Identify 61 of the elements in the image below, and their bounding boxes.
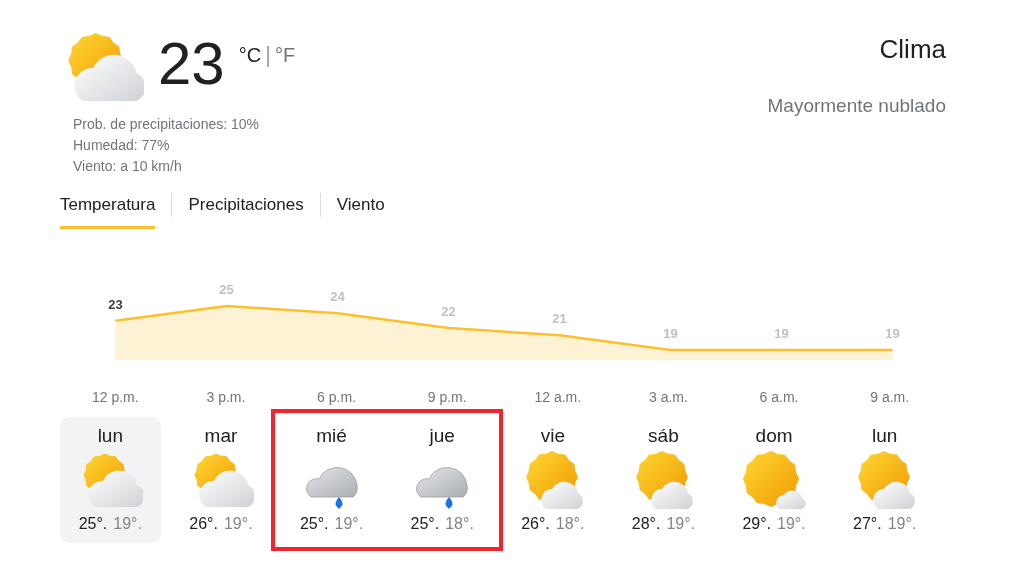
temperature-value: 23 xyxy=(158,29,225,99)
day-name: lun xyxy=(97,425,123,447)
weather-detail: Viento: a 10 km/h xyxy=(73,157,183,176)
low-temperature: 19°. xyxy=(777,515,806,533)
high-temperature: 29°. xyxy=(742,515,772,533)
time-label: 6 a.m. xyxy=(758,389,800,405)
day-name: dom xyxy=(755,425,793,447)
data-label: 19 xyxy=(885,326,900,341)
high-temperature: 25°. xyxy=(410,515,440,533)
high-temperature: 28°. xyxy=(631,515,661,533)
day-card[interactable]: dom 29°. 19°. xyxy=(723,417,825,543)
unit-separator: | xyxy=(265,42,271,68)
high-temperature: 25°. xyxy=(78,515,108,533)
chart-tab[interactable]: Temperatura xyxy=(60,189,156,229)
day-card[interactable]: mar 26°. 19°. xyxy=(170,417,272,543)
time-label: 9 a.m. xyxy=(869,389,911,405)
data-label: 19 xyxy=(774,326,789,341)
day-card[interactable]: jue 25°. 18°. xyxy=(391,417,493,543)
low-temperature: 19°. xyxy=(223,515,253,533)
low-temperature: 19°. xyxy=(113,515,142,533)
high-temperature: 25°. xyxy=(299,515,329,533)
high-temperature: 26°. xyxy=(189,515,218,533)
fahrenheit-unit-link[interactable]: °F xyxy=(274,43,296,67)
data-label: 23 xyxy=(108,296,123,312)
low-temperature: 19°. xyxy=(666,515,696,533)
weather-title: Clima xyxy=(879,34,946,65)
day-card[interactable]: mié 25°. 19°. xyxy=(281,417,382,543)
day-name: lun xyxy=(872,425,898,447)
low-temperature: 19°. xyxy=(334,515,364,533)
weather-detail: Prob. de precipitaciones: 10% xyxy=(73,115,260,134)
day-card[interactable]: vie 26°. 18°. xyxy=(502,417,604,543)
day-card[interactable]: lun 25°. 19°. xyxy=(60,417,161,543)
time-label: 12 p.m. xyxy=(90,389,140,405)
celsius-unit-link[interactable]: °C xyxy=(238,43,262,67)
data-label: 22 xyxy=(441,304,456,319)
time-label: 12 a.m. xyxy=(533,389,583,405)
data-label: 19 xyxy=(663,326,678,341)
data-label: 24 xyxy=(330,289,345,305)
weather-detail: Humedad: 77% xyxy=(73,136,171,155)
time-label: 6 p.m. xyxy=(316,389,357,405)
time-label: 9 p.m. xyxy=(426,389,468,405)
day-name: mié xyxy=(316,425,347,447)
time-label: 3 a.m. xyxy=(648,389,689,405)
sun-cloud-icon xyxy=(741,451,808,511)
day-name: sáb xyxy=(648,425,679,447)
chart-tab[interactable]: Viento xyxy=(336,189,385,229)
time-label: 3 p.m. xyxy=(205,389,247,405)
condition-text: Mayormente nublado xyxy=(767,95,946,117)
data-label: 21 xyxy=(552,311,567,327)
low-temperature: 19°. xyxy=(887,515,917,533)
day-name: mar xyxy=(204,425,238,447)
high-temperature: 27°. xyxy=(853,515,882,533)
high-temperature: 26°. xyxy=(521,515,550,533)
day-card[interactable]: lun 27°. 19°. xyxy=(834,417,935,543)
low-temperature: 18°. xyxy=(445,515,474,533)
chart-tab[interactable]: Precipitaciones xyxy=(188,189,304,229)
day-name: vie xyxy=(540,425,565,447)
data-label: 25 xyxy=(219,282,234,297)
day-name: jue xyxy=(429,425,455,447)
day-card[interactable]: sáb 28°. 19°. xyxy=(613,417,714,543)
low-temperature: 18°. xyxy=(555,515,585,533)
